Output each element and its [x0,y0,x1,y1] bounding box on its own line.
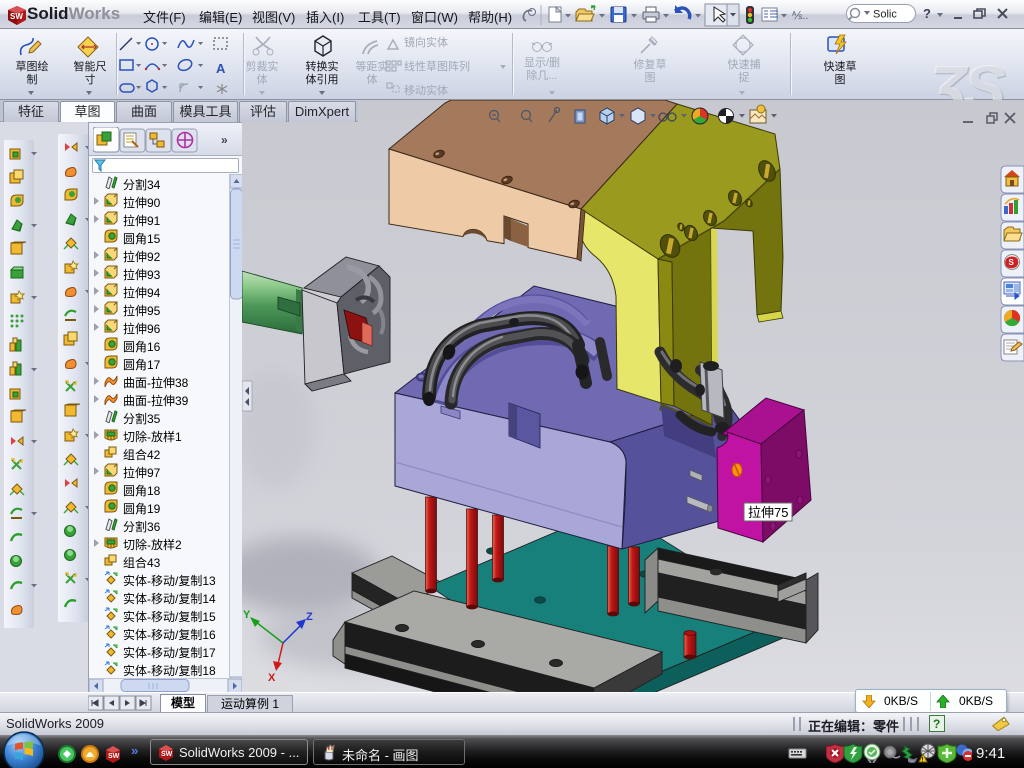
svg-text:S: S [1009,258,1015,267]
svg-text:X: X [268,672,276,684]
svg-text:»: » [221,133,228,147]
svg-text:?: ? [933,717,940,731]
svg-text:!: ! [922,758,924,764]
svg-text:Z: Z [306,611,313,623]
svg-text:»: » [131,745,138,758]
svg-text:SW: SW [161,751,173,758]
svg-text:拉伸75: 拉伸75 [748,505,788,520]
svg-text:SW: SW [108,753,120,760]
svg-text:A: A [216,61,226,76]
svg-text:SW: SW [10,12,23,21]
svg-text:Solic: Solic [873,9,897,21]
svg-text:Y: Y [243,609,251,621]
svg-text:⅍..: ⅍.. [791,10,808,22]
